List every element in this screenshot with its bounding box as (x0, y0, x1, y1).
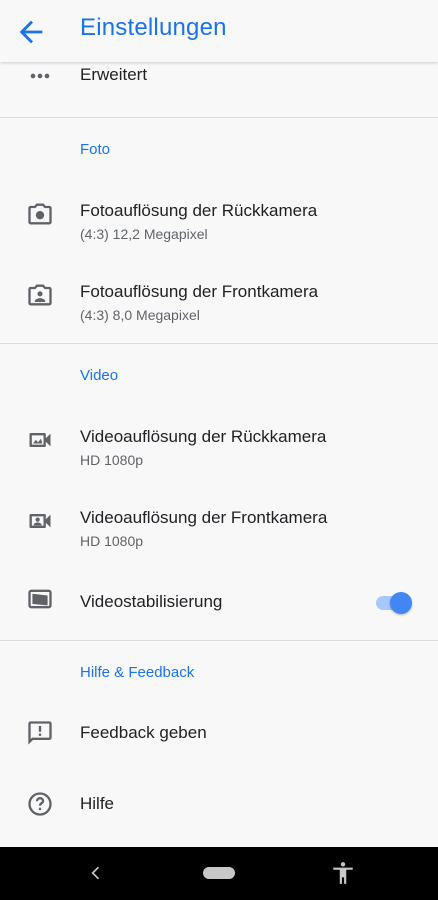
help-item[interactable]: Hilfe (0, 772, 438, 837)
photo-front-value: (4:3) 8,0 Megapixel (80, 307, 200, 323)
photo-rear-value: (4:3) 12,2 Megapixel (80, 226, 208, 242)
video-front-title: Videoauflösung der Frontkamera (80, 508, 328, 527)
video-front-value: HD 1080p (80, 533, 144, 549)
help-title: Hilfe (80, 794, 115, 813)
advanced-settings-item[interactable]: Erweitert (0, 62, 438, 98)
photo-rear-resolution-item[interactable]: Fotoauflösung der Rückkamera (4:3) 12,2 … (0, 182, 438, 264)
video-rear-resolution-item[interactable]: Videoauflösung der Rückkamera HD 1080p (0, 408, 438, 490)
photo-front-title: Fotoauflösung der Frontkamera (80, 282, 319, 301)
more-horiz-icon (30, 73, 50, 79)
photo-front-resolution-item[interactable]: Fotoauflösung der Frontkamera (4:3) 8,0 … (0, 264, 438, 344)
toggle-thumb (390, 592, 412, 614)
video-front-resolution-item[interactable]: Videoauflösung der Frontkamera HD 1080p (0, 490, 438, 570)
arrow-back-icon (19, 20, 43, 44)
nav-back-icon[interactable] (86, 863, 106, 883)
camera-rear-icon (28, 203, 52, 225)
help-icon (28, 792, 52, 816)
section-header-help: Hilfe & Feedback (80, 664, 195, 681)
feedback-item[interactable]: Feedback geben (0, 702, 438, 767)
video-stabilization-item[interactable]: Videostabilisierung (0, 570, 438, 640)
page-title: Einstellungen (80, 14, 227, 41)
back-button[interactable] (14, 15, 48, 49)
advanced-label: Erweitert (80, 65, 148, 84)
feedback-icon (28, 721, 52, 745)
app-bar: Einstellungen (0, 0, 438, 62)
system-navigation-bar (0, 847, 438, 900)
divider (0, 640, 438, 641)
photo-rear-title: Fotoauflösung der Rückkamera (80, 201, 318, 220)
video-front-icon (29, 514, 51, 528)
video-rear-icon (29, 433, 51, 447)
video-rear-title: Videoauflösung der Rückkamera (80, 427, 327, 446)
section-header-photo: Foto (80, 141, 111, 158)
video-stabilization-icon (28, 589, 52, 609)
camera-front-icon (28, 284, 52, 306)
feedback-title: Feedback geben (80, 723, 207, 742)
video-rear-value: HD 1080p (80, 452, 144, 468)
nav-home-pill[interactable] (203, 867, 235, 879)
section-header-video: Video (80, 367, 119, 384)
video-stabilization-toggle[interactable] (376, 588, 412, 616)
divider (0, 343, 438, 344)
divider (0, 117, 438, 118)
accessibility-icon[interactable] (330, 860, 356, 886)
video-stabilization-title: Videostabilisierung (80, 592, 223, 611)
